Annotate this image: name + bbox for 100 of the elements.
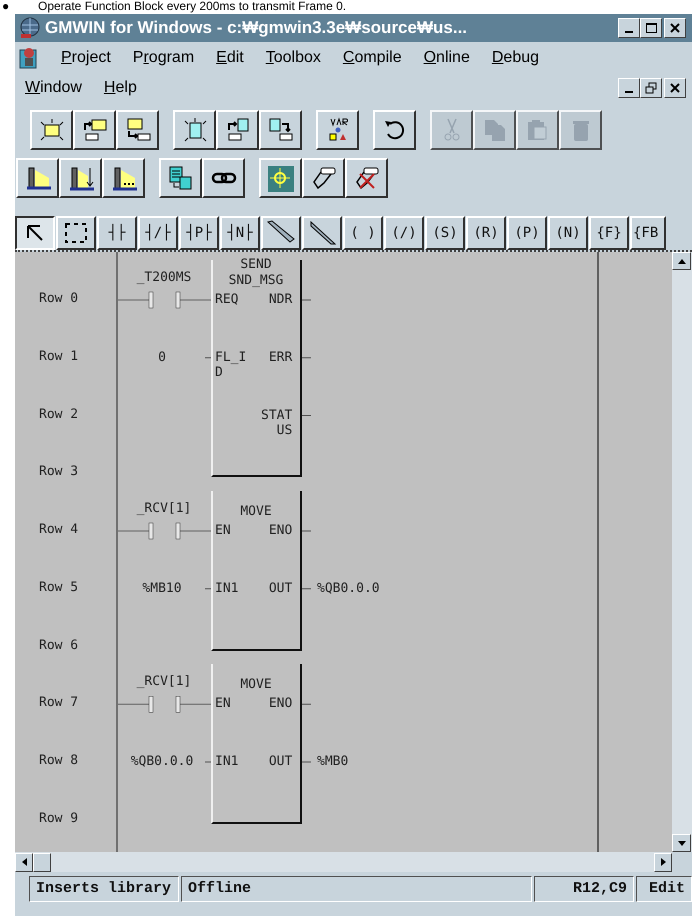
toolbar-button[interactable]: [116, 110, 159, 150]
status-field: R12,C9: [534, 876, 634, 902]
input-pin: FL_ID: [215, 350, 246, 380]
toolbar-button[interactable]: [345, 158, 388, 198]
toolbar-button[interactable]: [373, 110, 416, 150]
toolbar-button[interactable]: [16, 158, 59, 198]
menu-item[interactable]: Online: [424, 46, 470, 70]
block-type: SEND: [239, 258, 273, 272]
minimize-button[interactable]: [618, 18, 640, 38]
left-arrow-icon: [22, 858, 26, 866]
toolbar-button[interactable]: [73, 110, 116, 150]
tool-button[interactable]: ┤P├: [179, 216, 219, 250]
output-pin: NDR: [268, 292, 292, 307]
input-pin: EN: [215, 523, 232, 538]
output-pin: STATUS: [261, 408, 292, 438]
output-pin: OUT: [268, 580, 292, 596]
scroll-right-button[interactable]: [654, 852, 672, 872]
menu-item[interactable]: Debug: [492, 46, 540, 70]
toolbar-button[interactable]: [202, 158, 245, 198]
maximize-button[interactable]: [640, 18, 662, 38]
scroll-left-button[interactable]: [15, 852, 33, 872]
wire: [302, 415, 312, 416]
menu-item[interactable]: Project: [61, 46, 111, 70]
maximize-icon: [644, 21, 658, 35]
row-label: Row 6: [39, 638, 78, 654]
right-arrow-icon: [660, 858, 666, 866]
scroll-up-button[interactable]: [672, 252, 691, 270]
toolbar-button[interactable]: [102, 158, 145, 198]
tool-button[interactable]: (P): [507, 216, 547, 250]
menu-item[interactable]: Compile: [342, 46, 402, 70]
toolbar-button[interactable]: [59, 158, 102, 198]
menu-item[interactable]: Help: [104, 76, 137, 100]
vertical-scrollbar[interactable]: [672, 252, 692, 852]
input-pin: EN: [215, 696, 232, 712]
block-name: MOVE: [239, 678, 273, 692]
output-pin: ENO: [268, 696, 292, 712]
pointer-icon: [26, 224, 44, 242]
bullet: ●: [1, 0, 10, 12]
menu-item[interactable]: Edit: [216, 46, 244, 70]
row-label: Row 1: [39, 348, 78, 365]
tool-button[interactable]: (N): [548, 216, 588, 250]
input-value: %MB10: [141, 580, 183, 597]
scroll-thumb[interactable]: [33, 852, 51, 872]
toolbar-button[interactable]: [159, 158, 202, 198]
globe-icon: [19, 17, 41, 39]
row-label: Row 3: [39, 464, 78, 480]
close-button[interactable]: [664, 78, 686, 98]
tool-button[interactable]: {F}: [589, 216, 629, 250]
toolbar-button[interactable]: [316, 110, 359, 150]
minimize-icon: [625, 31, 633, 33]
input-value: %QB0.0.0: [130, 754, 194, 770]
close-button[interactable]: [664, 18, 686, 38]
wire: [204, 357, 212, 358]
selection-icon: [64, 222, 88, 244]
toolbar-button[interactable]: [173, 110, 216, 150]
input-pin: IN1: [215, 754, 240, 769]
row-label: Row 5: [39, 580, 78, 596]
menu-item[interactable]: Window: [25, 76, 82, 100]
tool-button[interactable]: ┤/├: [138, 216, 178, 250]
contact-symbol: [148, 696, 180, 712]
menu-item[interactable]: Program: [132, 46, 194, 70]
toolbar-button[interactable]: [302, 158, 345, 198]
tool-button[interactable]: ┤N├: [220, 216, 260, 250]
caption-text: Operate Function Block every 200ms to transmit Frame 0.: [38, 0, 346, 12]
contact-symbol: [148, 292, 180, 308]
status-field: Inserts library: [29, 876, 179, 902]
tool-button[interactable]: ┤├: [97, 216, 137, 250]
input-value: 0: [157, 350, 167, 366]
toolbar-button[interactable]: [216, 110, 259, 150]
output-pin: ERR: [268, 350, 292, 365]
contact-label: _RCV[1]: [136, 674, 192, 690]
tool-button[interactable]: ( ): [343, 216, 383, 250]
contact-label: _RCV[1]: [136, 501, 192, 517]
output-pin: ENO: [268, 523, 292, 538]
output-value: %QB0.0.0: [317, 580, 380, 597]
tool-button[interactable]: (S): [425, 216, 465, 250]
output-value: %MB0: [317, 754, 348, 770]
wire: [302, 357, 312, 358]
restore-button[interactable]: [640, 78, 662, 98]
toolbar-button[interactable]: [259, 158, 302, 198]
tool-button[interactable]: (/): [384, 216, 424, 250]
restore-icon: [644, 81, 658, 95]
toolbar-button[interactable]: [259, 110, 302, 150]
toolbar-button[interactable]: [30, 110, 73, 150]
wire: [204, 588, 212, 590]
block-name: SND_MSG: [228, 274, 284, 288]
menu-item[interactable]: Toolbox: [266, 46, 321, 70]
minimize-button[interactable]: [618, 78, 640, 98]
up-arrow-icon: [678, 258, 686, 264]
row-label: Row 8: [39, 753, 78, 769]
minimize-icon: [625, 91, 633, 93]
tool-button[interactable]: (R): [466, 216, 506, 250]
row-label: Row 9: [39, 810, 78, 827]
tool-button[interactable]: [15, 216, 55, 250]
window-title: GMWIN for Windows - c:₩gmwin3.3e₩source₩us...: [45, 17, 468, 40]
horizontal-scrollbar[interactable]: [15, 852, 672, 872]
tool-button[interactable]: {FB: [630, 216, 666, 250]
scroll-down-button[interactable]: [672, 834, 691, 852]
input-pin: REQ: [215, 292, 240, 307]
row-label: Row 0: [39, 291, 78, 307]
